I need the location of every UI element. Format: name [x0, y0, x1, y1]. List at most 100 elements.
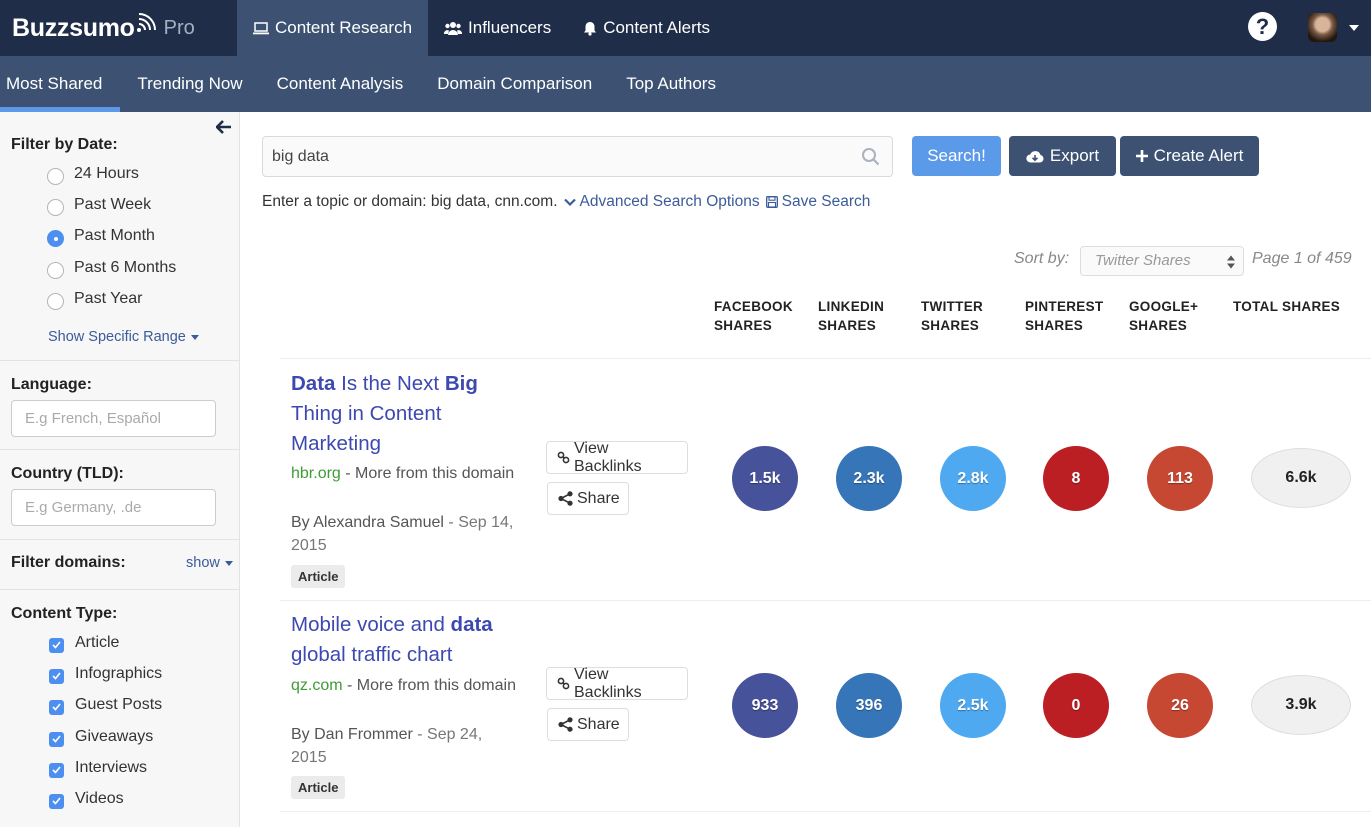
linkedin-shares-circle[interactable]: 396: [836, 673, 902, 738]
author-link[interactable]: By Alexandra Samuel: [291, 514, 444, 531]
tab-domain-comparison[interactable]: Domain Comparison: [420, 56, 609, 112]
radio-past-month[interactable]: Past Month: [47, 227, 155, 247]
radio-button[interactable]: [47, 261, 64, 279]
help-icon[interactable]: ?: [1248, 12, 1277, 41]
nav-content-alerts[interactable]: Content Alerts: [567, 0, 726, 56]
radio-past-year[interactable]: Past Year: [47, 290, 143, 310]
checkbox-giveaways[interactable]: Giveaways: [49, 728, 154, 747]
checkbox-label: Giveaways: [75, 728, 154, 745]
checkbox-checked[interactable]: [49, 637, 64, 653]
linkedin-shares-circle[interactable]: 2.3k: [836, 446, 902, 511]
checkbox-article[interactable]: Article: [49, 634, 119, 653]
column-header-pinterest[interactable]: PINTEREST SHARES: [1025, 297, 1103, 335]
export-button[interactable]: Export: [1009, 136, 1116, 176]
header-line: SHARES: [714, 318, 773, 333]
save-search-link[interactable]: Save Search: [765, 193, 870, 211]
country-section: Country (TLD):: [0, 450, 239, 540]
radio-button[interactable]: [47, 198, 64, 216]
article-title-link[interactable]: Mobile voice and data global traffic cha…: [291, 610, 521, 670]
tab-most-shared[interactable]: Most Shared: [0, 56, 121, 112]
checkbox-checked[interactable]: [49, 668, 64, 684]
country-input[interactable]: [11, 489, 216, 526]
advanced-search-options-link[interactable]: Advanced Search Options: [563, 193, 760, 211]
view-backlinks-button[interactable]: View Backlinks: [546, 440, 688, 475]
checkbox-guest-posts[interactable]: Guest Posts: [49, 696, 162, 715]
select-arrows-icon: [1227, 254, 1235, 270]
total-shares-circle[interactable]: 3.9k: [1251, 675, 1351, 735]
checkbox-interviews[interactable]: Interviews: [49, 759, 147, 778]
title-part: Thing in Content Marketing: [291, 402, 442, 455]
more-from-domain-link[interactable]: - More from this domain: [341, 465, 514, 482]
facebook-shares-circle[interactable]: 933: [732, 673, 798, 738]
column-header-facebook[interactable]: FACEBOOK SHARES: [714, 297, 793, 335]
radio-24-hours[interactable]: 24 Hours: [47, 165, 139, 185]
nav-label: Content Research: [275, 18, 413, 37]
tab-top-authors[interactable]: Top Authors: [609, 56, 733, 112]
article-title-link[interactable]: Data Is the Next Big Thing in Content Ma…: [291, 369, 531, 459]
title-part: Is the Next: [335, 372, 445, 395]
pinterest-shares-circle[interactable]: 8: [1043, 446, 1109, 511]
search-button[interactable]: Search!: [912, 136, 1001, 176]
view-backlinks-button[interactable]: View Backlinks: [546, 666, 688, 701]
share-button[interactable]: Share: [547, 482, 629, 515]
checkbox-videos[interactable]: Videos: [49, 790, 124, 809]
user-avatar[interactable]: [1308, 13, 1337, 42]
header-line: SHARES: [818, 318, 877, 333]
tab-trending-now[interactable]: Trending Now: [120, 56, 259, 112]
radio-button[interactable]: [47, 292, 64, 310]
language-input[interactable]: [11, 400, 216, 437]
author-link[interactable]: By Dan Frommer: [291, 726, 413, 743]
header-line: PINTEREST: [1025, 299, 1104, 314]
radio-past-week[interactable]: Past Week: [47, 196, 151, 216]
radio-label: Past Month: [74, 227, 155, 244]
checkbox-checked[interactable]: [49, 731, 64, 747]
caret-down-icon: [224, 560, 233, 566]
total-shares-circle[interactable]: 6.6k: [1251, 448, 1351, 508]
show-specific-range-link[interactable]: Show Specific Range: [48, 329, 199, 345]
filter-domains-show-toggle[interactable]: show: [186, 555, 233, 571]
domain-link[interactable]: qz.com: [291, 677, 343, 694]
googleplus-shares-circle[interactable]: 113: [1147, 446, 1213, 511]
checkbox-checked[interactable]: [49, 793, 64, 809]
column-header-googleplus[interactable]: GOOGLE+ SHARES: [1129, 297, 1198, 335]
twitter-shares-circle[interactable]: 2.5k: [940, 673, 1006, 738]
checkbox-checked[interactable]: [49, 699, 64, 715]
tab-content-analysis[interactable]: Content Analysis: [260, 56, 421, 112]
search-input[interactable]: [263, 137, 853, 176]
checkbox-infographics[interactable]: Infographics: [49, 665, 162, 684]
user-menu-caret-icon[interactable]: [1349, 25, 1359, 31]
column-header-total[interactable]: TOTAL SHARES: [1233, 297, 1340, 316]
nav-influencers[interactable]: Influencers: [428, 0, 567, 56]
radio-button-selected[interactable]: [47, 229, 64, 247]
checkbox-checked[interactable]: [49, 762, 64, 778]
radio-past-6-months[interactable]: Past 6 Months: [47, 259, 176, 279]
header-line: SHARES: [921, 318, 980, 333]
facebook-shares-circle[interactable]: 1.5k: [732, 446, 798, 511]
header-line: TOTAL SHARES: [1233, 299, 1341, 314]
sort-select[interactable]: Twitter Shares: [1080, 246, 1244, 276]
share-button[interactable]: Share: [547, 708, 629, 741]
buzzsumo-logo[interactable]: Buzzsumo Pro: [12, 10, 195, 46]
domain-link[interactable]: hbr.org: [291, 465, 341, 482]
more-from-domain-link[interactable]: - More from this domain: [343, 677, 516, 694]
date-filter-section: Filter by Date: 24 Hours Past Week Past …: [0, 112, 239, 361]
nav-content-research[interactable]: Content Research: [237, 0, 429, 56]
button-label: Create Alert: [1153, 146, 1244, 165]
googleplus-shares-circle[interactable]: 26: [1147, 673, 1213, 738]
radio-button[interactable]: [47, 167, 64, 185]
title-part: Data: [291, 372, 336, 395]
header-line: SHARES: [1025, 318, 1084, 333]
page-indicator: Page 1 of 459: [1252, 250, 1352, 267]
content-type-section: Content Type: Article Infographics Guest…: [0, 590, 239, 827]
column-header-linkedin[interactable]: LINKEDIN SHARES: [818, 297, 884, 335]
main-nav: Content Research Influencers Content Ale…: [237, 0, 726, 56]
column-header-twitter[interactable]: TWITTER SHARES: [921, 297, 983, 335]
country-label: Country (TLD):: [11, 465, 124, 482]
top-navbar: Buzzsumo Pro Content Research Influencer…: [0, 0, 1371, 56]
pinterest-shares-circle[interactable]: 0: [1043, 673, 1109, 738]
title-part: Mobile voice and: [291, 613, 451, 636]
search-icon[interactable]: [861, 147, 881, 167]
twitter-shares-circle[interactable]: 2.8k: [940, 446, 1006, 511]
create-alert-button[interactable]: Create Alert: [1120, 136, 1259, 176]
share-icon: [558, 717, 573, 732]
